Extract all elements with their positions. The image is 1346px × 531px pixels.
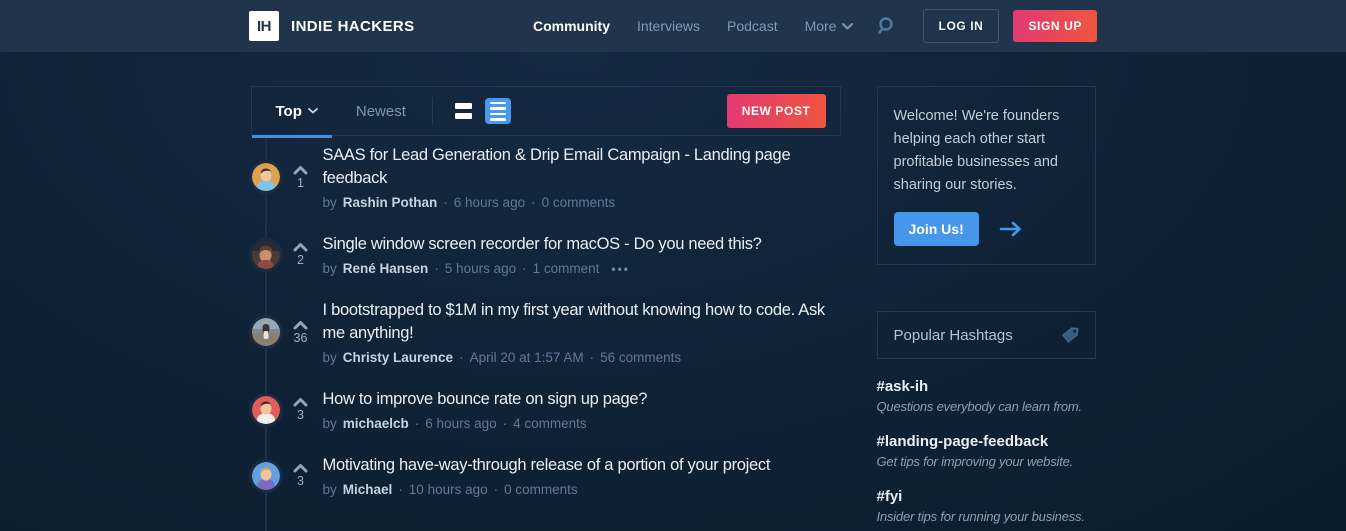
avatar[interactable] — [252, 396, 280, 424]
vote-count: 1 — [297, 176, 304, 190]
vote-count: 36 — [294, 331, 308, 345]
post-row: 1 SAAS for Lead Generation & Drip Email … — [251, 144, 841, 210]
post-time: 5 hours ago — [445, 261, 516, 276]
nav-link-community[interactable]: Community — [533, 18, 610, 34]
nav-link-more[interactable]: More — [805, 18, 853, 34]
vote-count: 3 — [297, 474, 304, 488]
indie-hackers-logo[interactable]: IH — [249, 11, 279, 41]
upvote-icon[interactable] — [293, 320, 308, 330]
vote-count: 3 — [297, 408, 304, 422]
welcome-text: Welcome! We're founders helping each oth… — [894, 105, 1079, 197]
hashtag-link[interactable]: #fyi — [877, 488, 1096, 505]
upvote-icon[interactable] — [293, 242, 308, 252]
popular-hashtags-title: Popular Hashtags — [894, 327, 1013, 344]
post-row: 3 Motivating have-way-through release of… — [251, 454, 841, 497]
hashtag-description: Insider tips for running your business. — [877, 509, 1096, 524]
post-author[interactable]: Rashin Pothan — [343, 195, 438, 210]
upvote-icon[interactable] — [293, 397, 308, 407]
hashtag-item: #ask-ih Questions everybody can learn fr… — [877, 378, 1096, 414]
avatar[interactable] — [252, 318, 280, 346]
post-row: 3 How to improve bounce rate on sign up … — [251, 388, 841, 431]
post-meta: by Rashin Pothan · 6 hours ago · 0 comme… — [323, 195, 841, 210]
upvote-icon[interactable] — [293, 165, 308, 175]
hashtag-link[interactable]: #landing-page-feedback — [877, 433, 1096, 450]
post-comments[interactable]: 0 comments — [504, 482, 578, 497]
feed-column: Top Newest NEW POST — [251, 86, 841, 524]
chevron-down-icon — [842, 23, 853, 30]
post-comments[interactable]: 1 comment — [533, 261, 600, 276]
post-meta: by michaelcb · 6 hours ago · 4 comments — [323, 416, 841, 431]
logo-text: IH — [257, 18, 271, 35]
post-meta: by René Hansen · 5 hours ago · 1 comment… — [323, 261, 841, 276]
welcome-box: Welcome! We're founders helping each oth… — [877, 86, 1096, 265]
post-title[interactable]: Single window screen recorder for macOS … — [323, 233, 828, 256]
main-content: Top Newest NEW POST — [251, 52, 1096, 524]
login-button[interactable]: LOG IN — [923, 9, 1000, 43]
post-title[interactable]: How to improve bounce rate on sign up pa… — [323, 388, 828, 411]
post-time: April 20 at 1:57 AM — [470, 350, 584, 365]
post-time: 10 hours ago — [409, 482, 488, 497]
post-meta: by Christy Laurence · April 20 at 1:57 A… — [323, 350, 841, 365]
tab-top[interactable]: Top — [252, 86, 332, 136]
post-author[interactable]: michaelcb — [343, 416, 409, 431]
signup-button[interactable]: SIGN UP — [1013, 10, 1097, 42]
join-us-button[interactable]: Join Us! — [894, 212, 979, 246]
avatar[interactable] — [252, 163, 280, 191]
post-row: 36 I bootstrapped to $1M in my first yea… — [251, 299, 841, 365]
post-time: 6 hours ago — [425, 416, 496, 431]
search-icon[interactable] — [877, 16, 897, 36]
new-post-button[interactable]: NEW POST — [727, 94, 826, 128]
avatar[interactable] — [252, 241, 280, 269]
post-title[interactable]: I bootstrapped to $1M in my first year w… — [323, 299, 828, 345]
hashtag-description: Get tips for improving your website. — [877, 454, 1096, 469]
view-toggles — [451, 98, 511, 124]
divider — [432, 97, 433, 125]
post-author[interactable]: Michael — [343, 482, 393, 497]
nav-link-podcast[interactable]: Podcast — [727, 18, 778, 34]
vote-count: 2 — [297, 253, 304, 267]
post-list: 1 SAAS for Lead Generation & Drip Email … — [251, 144, 841, 497]
brand-name[interactable]: INDIE HACKERS — [291, 18, 415, 35]
hashtag-item: #fyi Insider tips for running your busin… — [877, 488, 1096, 524]
tag-icon — [1059, 324, 1081, 346]
top-navbar: IH INDIE HACKERS Community Interviews Po… — [0, 0, 1346, 52]
post-time: 6 hours ago — [454, 195, 525, 210]
post-row: 2 Single window screen recorder for macO… — [251, 233, 841, 276]
hashtag-link[interactable]: #ask-ih — [877, 378, 1096, 395]
post-author[interactable]: René Hansen — [343, 261, 429, 276]
avatar[interactable] — [252, 462, 280, 490]
more-options-icon[interactable]: ••• — [611, 262, 630, 276]
nav-links: Community Interviews Podcast More — [533, 18, 853, 34]
post-comments[interactable]: 4 comments — [513, 416, 587, 431]
arrow-right-icon[interactable] — [999, 221, 1023, 237]
hashtag-description: Questions everybody can learn from. — [877, 399, 1096, 414]
popular-hashtags-header: Popular Hashtags — [877, 311, 1096, 359]
detailed-view-icon[interactable] — [485, 98, 511, 124]
feed-header: Top Newest NEW POST — [251, 86, 841, 136]
compact-view-icon[interactable] — [451, 98, 477, 124]
nav-link-interviews[interactable]: Interviews — [637, 18, 700, 34]
post-meta: by Michael · 10 hours ago · 0 comments — [323, 482, 841, 497]
hashtag-item: #landing-page-feedback Get tips for impr… — [877, 433, 1096, 469]
chevron-down-icon — [308, 108, 318, 114]
post-comments[interactable]: 0 comments — [542, 195, 616, 210]
tab-newest[interactable]: Newest — [332, 86, 420, 136]
post-title[interactable]: Motivating have-way-through release of a… — [323, 454, 828, 477]
upvote-icon[interactable] — [293, 463, 308, 473]
post-title[interactable]: SAAS for Lead Generation & Drip Email Ca… — [323, 144, 828, 190]
sidebar: Welcome! We're founders helping each oth… — [877, 86, 1096, 524]
post-author[interactable]: Christy Laurence — [343, 350, 453, 365]
post-comments[interactable]: 56 comments — [600, 350, 681, 365]
